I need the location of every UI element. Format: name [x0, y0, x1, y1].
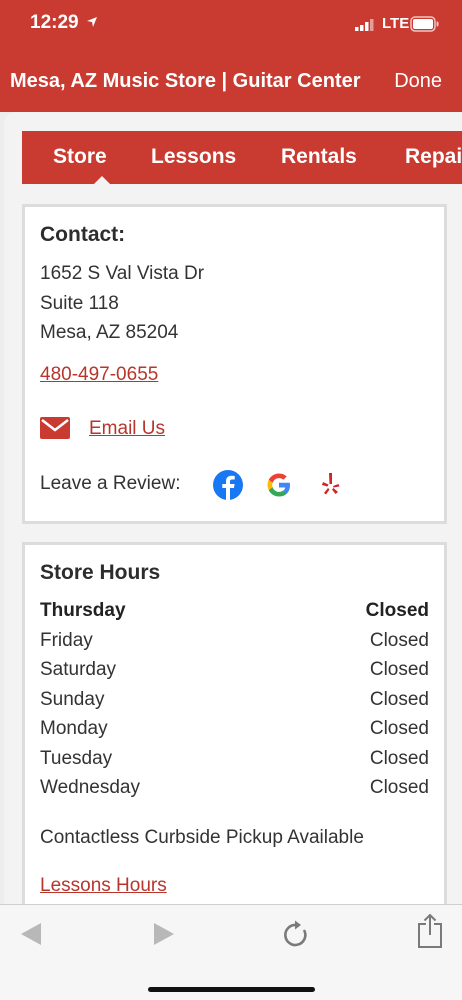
- active-tab-indicator: [94, 176, 110, 184]
- page-body: Store Lessons Rentals Repairs Contact: 1…: [4, 112, 462, 904]
- hours-day: Saturday: [40, 659, 117, 680]
- email-us-link[interactable]: Email Us: [89, 418, 165, 440]
- tab-store[interactable]: Store: [53, 145, 107, 169]
- hours-status: Closed: [369, 630, 429, 651]
- hours-status: Closed: [369, 777, 429, 798]
- facebook-icon[interactable]: [212, 469, 244, 501]
- hours-day: Monday: [40, 718, 108, 739]
- tab-rentals[interactable]: Rentals: [281, 145, 357, 169]
- google-icon[interactable]: [263, 469, 295, 501]
- hours-status: Closed: [369, 689, 429, 710]
- back-arrow-icon[interactable]: [19, 921, 43, 947]
- tab-repairs[interactable]: Repairs: [405, 145, 462, 169]
- hours-day: Friday: [40, 630, 93, 651]
- hours-status: Closed: [365, 600, 429, 621]
- share-icon[interactable]: [416, 913, 444, 949]
- network-type: LTE: [382, 15, 410, 32]
- battery-icon: [410, 16, 439, 32]
- cellular-signal-icon: [355, 19, 374, 31]
- address-line-1: 1652 S Val Vista Dr: [40, 263, 205, 284]
- location-arrow-icon: [87, 17, 97, 27]
- top-bar: 12:29 LTE Mesa, AZ Music Store | Guitar …: [0, 0, 462, 112]
- hours-day: Sunday: [40, 689, 105, 710]
- contact-card: Contact: 1652 S Val Vista Dr Suite 118 M…: [22, 204, 447, 524]
- status-bar: 12:29 LTE: [0, 0, 462, 50]
- hours-day: Thursday: [40, 600, 126, 621]
- review-label: Leave a Review:: [40, 473, 181, 494]
- hours-day: Wednesday: [40, 777, 140, 798]
- done-button[interactable]: Done: [394, 70, 442, 93]
- envelope-icon[interactable]: [40, 417, 70, 439]
- home-indicator[interactable]: [148, 987, 315, 992]
- status-time: 12:29: [30, 12, 79, 33]
- yelp-icon[interactable]: [315, 469, 347, 501]
- hours-status: Closed: [369, 718, 429, 739]
- store-hours-card: Store Hours Thursday Closed Friday Close…: [22, 542, 447, 904]
- contact-heading: Contact:: [40, 223, 126, 246]
- tab-lessons[interactable]: Lessons: [151, 145, 236, 169]
- hours-status: Closed: [369, 659, 429, 680]
- browser-nav-row: Mesa, AZ Music Store | Guitar Center Don…: [0, 58, 462, 108]
- store-tabs: Store Lessons Rentals Repairs: [22, 131, 462, 184]
- lessons-hours-link[interactable]: Lessons Hours: [40, 875, 167, 897]
- forward-arrow-icon[interactable]: [152, 921, 176, 947]
- store-hours-heading: Store Hours: [40, 561, 161, 584]
- browser-toolbar: [0, 904, 462, 1000]
- curbside-note: Contactless Curbside Pickup Available: [40, 827, 364, 848]
- phone-link[interactable]: 480-497-0655: [40, 364, 158, 386]
- hours-status: Closed: [369, 748, 429, 769]
- address-line-3: Mesa, AZ 85204: [40, 322, 179, 343]
- reload-icon[interactable]: [282, 919, 310, 949]
- page-title: Mesa, AZ Music Store | Guitar Center: [10, 70, 361, 92]
- address-line-2: Suite 118: [40, 293, 119, 314]
- hours-day: Tuesday: [40, 748, 113, 769]
- web-content[interactable]: Store Lessons Rentals Repairs Contact: 1…: [0, 112, 462, 904]
